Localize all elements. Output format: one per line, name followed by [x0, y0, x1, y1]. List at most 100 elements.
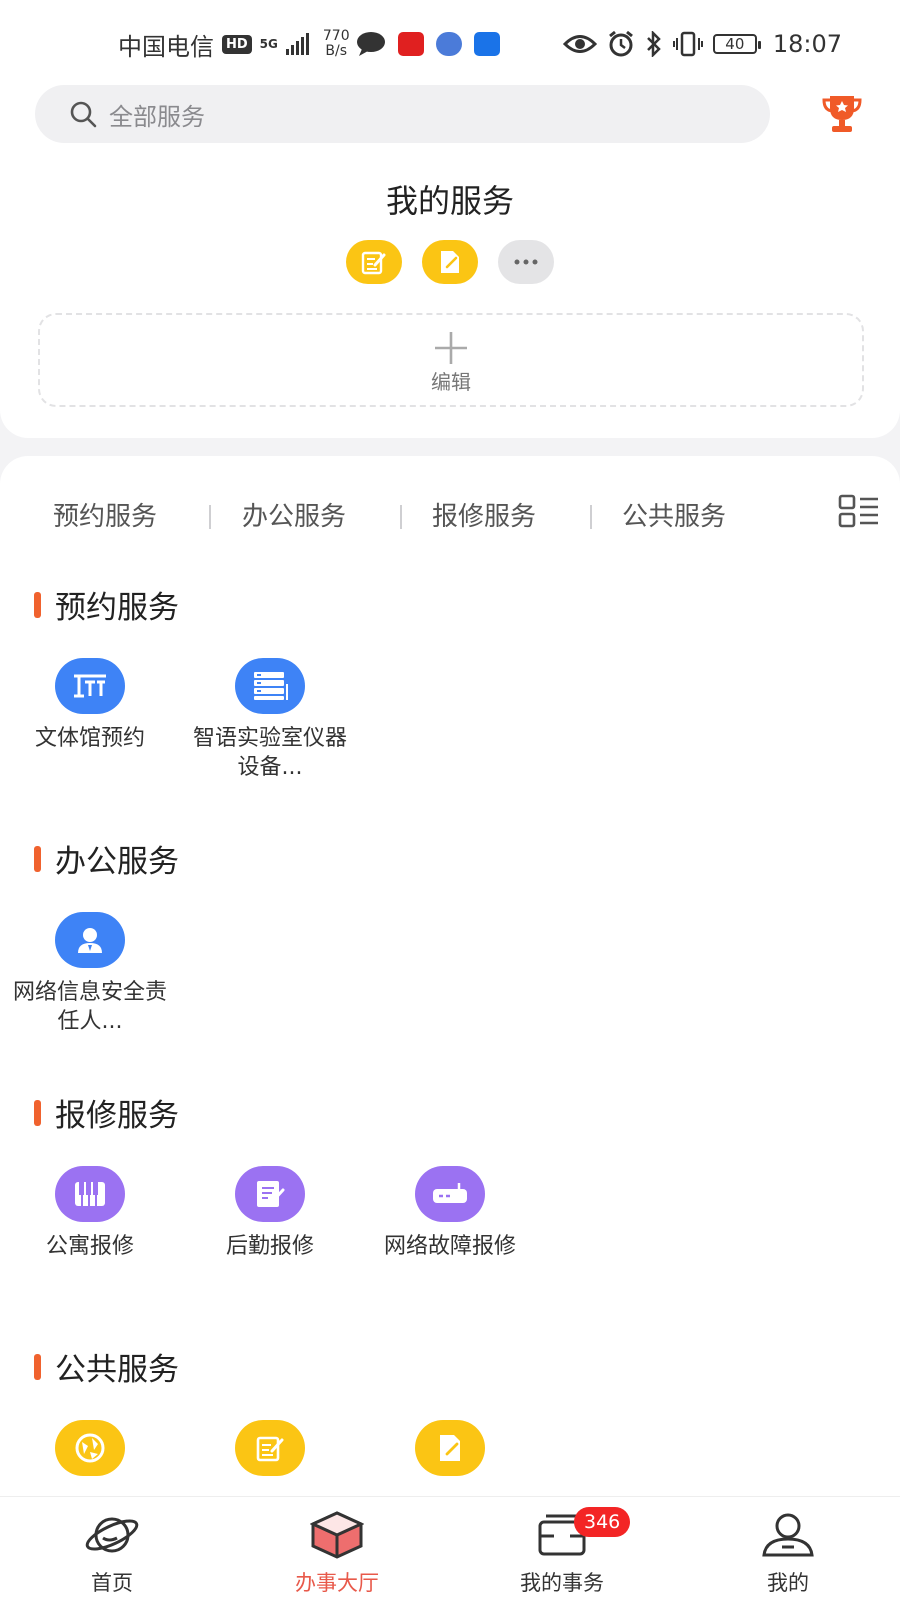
status-left: 中国电信 HD 5G 770 B/s	[118, 24, 500, 64]
service-icon-bg	[415, 1166, 485, 1222]
battery-indicator: 40	[712, 34, 761, 54]
nav-icon-wrap	[32, 1507, 192, 1563]
tab-divider	[209, 505, 211, 529]
service-catalog: 预约服务 办公服务 报修服务 公共服务 预约服务 文体馆预约 智语实验室仪器设备…	[0, 456, 900, 1496]
file-edit-icon	[441, 251, 459, 273]
nav-label: 我的	[767, 1571, 809, 1595]
service-public-form[interactable]	[180, 1420, 360, 1476]
plus-icon	[435, 331, 467, 364]
my-services-card: 全部服务 我的服务 编辑	[0, 80, 900, 438]
edit-services-button[interactable]: 编辑	[38, 313, 864, 407]
section-title: 报修服务	[55, 1098, 179, 1134]
service-public-file[interactable]	[360, 1420, 540, 1476]
cube-icon	[310, 1511, 364, 1559]
favorite-file-edit[interactable]	[422, 240, 478, 284]
section-header: 预约服务	[34, 582, 179, 627]
section-header: 办公服务	[34, 836, 179, 881]
globe-icon	[75, 1433, 105, 1463]
tab-repair[interactable]: 报修服务	[432, 492, 536, 542]
service-public-globe[interactable]	[0, 1420, 180, 1476]
nav-home[interactable]: 首页	[32, 1507, 192, 1597]
service-gym-booking[interactable]: 文体馆预约	[0, 658, 180, 753]
service-icon-bg	[55, 658, 125, 714]
clock: 18:07	[772, 30, 842, 58]
my-services-title: 我的服务	[385, 182, 514, 220]
app-notification-icon	[397, 32, 424, 56]
category-list-icon[interactable]	[838, 494, 880, 528]
tab-divider	[590, 505, 592, 529]
favorite-form-edit[interactable]	[346, 240, 402, 284]
section-marker	[34, 1353, 41, 1380]
service-label: 公寓报修	[45, 1234, 134, 1259]
message-icon	[356, 32, 385, 56]
tab-appointment[interactable]: 预约服务	[53, 492, 157, 542]
net-speed-unit: B/s	[325, 43, 348, 59]
bulb-app-icon	[473, 32, 500, 56]
piano-keys-icon	[75, 1182, 105, 1206]
tab-public[interactable]: 公共服务	[622, 492, 726, 542]
signal-icon	[285, 33, 309, 55]
form-edit-icon	[361, 251, 386, 275]
nav-label: 首页	[91, 1571, 133, 1595]
service-label: 文体馆预约	[34, 726, 145, 751]
nav-label: 我的事务	[520, 1571, 604, 1595]
alarm-icon	[608, 30, 633, 57]
hd-badge: HD	[222, 34, 252, 54]
service-label: 后勤报修	[225, 1234, 314, 1259]
service-icon-bg	[55, 912, 125, 968]
service-label: 智语实验室仪器设备...	[192, 726, 347, 780]
favorite-services	[0, 240, 900, 284]
service-lab-equipment[interactable]: 智语实验室仪器设备...	[180, 658, 360, 782]
file-edit-icon	[440, 1435, 460, 1461]
form-edit-icon	[256, 1436, 284, 1462]
favorite-more[interactable]	[498, 240, 554, 284]
category-tabs: 预约服务 办公服务 报修服务 公共服务	[0, 492, 900, 542]
router-icon	[433, 1183, 467, 1203]
section-title: 预约服务	[55, 590, 179, 626]
lab-server-icon	[254, 672, 288, 700]
section-title: 办公服务	[55, 844, 179, 880]
more-icon	[514, 259, 538, 265]
planet-icon	[85, 1517, 139, 1553]
network-type: 5G	[259, 37, 278, 51]
section-header: 公共服务	[34, 1344, 179, 1389]
edit-label: 编辑	[431, 369, 471, 394]
service-dorm-repair[interactable]: 公寓报修	[0, 1166, 180, 1261]
service-icon-bg	[415, 1420, 485, 1476]
service-network-security[interactable]: 网络信息安全责任人...	[0, 912, 180, 1036]
notification-badge: 346	[574, 1507, 631, 1537]
service-icon-bg	[235, 658, 305, 714]
service-icon-bg	[235, 1166, 305, 1222]
gym-icon	[74, 674, 106, 698]
status-right: 40 18:07	[562, 24, 842, 64]
net-speed-value: 770	[322, 28, 350, 44]
search-bar[interactable]: 全部服务	[35, 85, 770, 143]
nav-service-hall[interactable]: 办事大厅	[257, 1507, 417, 1597]
user-icon	[762, 1513, 814, 1557]
document-edit-icon	[257, 1181, 285, 1207]
bottom-navigation: 首页 办事大厅 我的事务 346 我的	[0, 1496, 900, 1600]
status-bar: 中国电信 HD 5G 770 B/s 40 18:07	[0, 0, 900, 80]
bluetooth-icon	[646, 31, 661, 57]
service-icon-bg	[55, 1166, 125, 1222]
search-placeholder: 全部服务	[109, 102, 205, 131]
nav-icon-wrap	[708, 1507, 868, 1563]
net-speed: 770 B/s	[323, 29, 350, 59]
section-marker	[34, 845, 41, 872]
service-icon-bg	[55, 1420, 125, 1476]
service-label: 网络信息安全责任人...	[12, 980, 167, 1034]
service-label: 网络故障报修	[383, 1234, 516, 1259]
vibrate-icon	[672, 31, 703, 57]
service-network-repair[interactable]: 网络故障报修	[360, 1166, 540, 1261]
section-marker	[34, 591, 41, 618]
section-marker	[34, 1099, 41, 1126]
tab-divider	[400, 505, 402, 529]
service-logistics-repair[interactable]: 后勤报修	[180, 1166, 360, 1261]
carrier-name: 中国电信	[118, 32, 214, 61]
nav-mine[interactable]: 我的	[708, 1507, 868, 1597]
trophy-icon[interactable]	[820, 92, 864, 136]
nav-my-affairs[interactable]: 我的事务 346	[482, 1507, 642, 1597]
person-icon	[78, 928, 102, 953]
eye-icon	[562, 35, 597, 53]
tab-office[interactable]: 办公服务	[242, 492, 346, 542]
